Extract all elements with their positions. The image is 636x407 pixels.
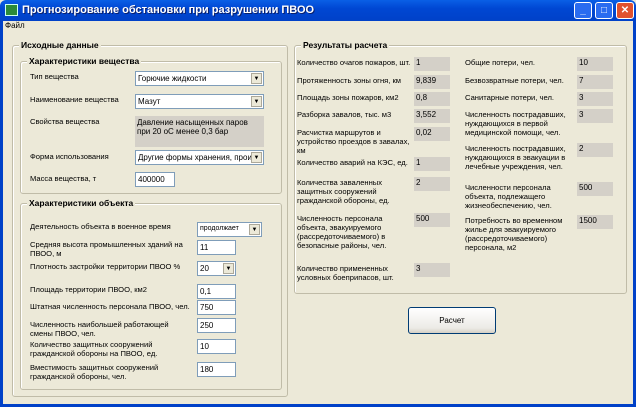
form-select[interactable]: Другие формы хранения, произ ▼ [135,150,264,165]
result-label: Безвозвратные потери, чел. [465,76,564,85]
menu-file[interactable]: Файл [5,21,25,30]
shelters-label: Количество защитных сооружений гражданск… [30,340,158,358]
density-select[interactable]: 20 ▼ [197,261,236,276]
result-label: Численности персонала объекта, подлежаще… [465,183,552,210]
shift-label: Численность наибольшей работающей смены … [30,320,169,338]
result-value: 3,552 [414,109,450,123]
result-label: Численность персонала объекта, эвакуируе… [297,214,387,250]
calculate-button[interactable]: Расчет [408,307,496,334]
form-label: Форма использования [30,152,109,161]
result-label: Расчистка маршрутов и устройство проездо… [297,128,410,155]
type-label: Тип вещества [30,72,79,81]
capacity-input[interactable]: 180 [197,362,236,377]
staff-input[interactable]: 750 [197,300,236,315]
result-label: Численность пострадавших, нуждающихся в … [465,144,566,171]
capacity-label: Вместимость защитных сооружений гражданс… [30,363,159,381]
result-value: 10 [577,57,613,71]
shift-input[interactable]: 250 [197,318,236,333]
type-value: Горючие жидкости [138,74,207,83]
result-value: 3 [577,92,613,106]
props-label: Свойства вещества [30,117,100,126]
result-label: Площадь зоны пожаров, км2 [297,93,399,102]
type-select[interactable]: Горючие жидкости ▼ [135,71,264,86]
app-icon [5,4,18,16]
input-group-title: Исходные данные [19,40,101,50]
activity-label: Деятельность объекта в военное время [30,222,171,231]
chevron-down-icon[interactable]: ▼ [251,152,262,163]
result-value: 500 [577,182,613,196]
chevron-down-icon[interactable]: ▼ [251,73,262,84]
object-group-title: Характеристики объекта [27,198,136,208]
result-value: 1 [414,157,450,171]
result-label: Разборка завалов, тыс. м3 [297,110,392,119]
maximize-button[interactable]: □ [595,2,613,19]
result-label: Протяженность зоны огня, км [297,76,402,85]
form-value: Другие формы хранения, произ [138,153,256,162]
result-label: Количество аварий на КЭС, ед. [297,158,408,167]
result-value: 1500 [577,215,613,229]
name-label: Наименование вещества [30,95,119,104]
result-label: Количество примененных условных боеприпа… [297,264,394,282]
name-select[interactable]: Мазут ▼ [135,94,264,109]
chevron-down-icon[interactable]: ▼ [249,224,260,235]
minimize-button[interactable]: _ [574,2,592,19]
result-label: Потребность во временном жилье для эваку… [465,216,563,252]
result-label: Количество очагов пожаров, шт. [297,58,411,67]
result-value: 2 [414,177,450,191]
activity-select[interactable]: продолжает ▼ [197,222,262,237]
result-value: 9,839 [414,75,450,89]
result-value: 2 [577,143,613,157]
mass-input[interactable]: 400000 [135,172,175,187]
result-label: Санитарные потери, чел. [465,93,554,102]
result-label: Численность пострадавших, нуждающихся в … [465,110,566,137]
density-label: Плотность застройки территории ПВОО % [30,262,181,271]
chevron-down-icon[interactable]: ▼ [223,263,234,274]
close-button[interactable]: ✕ [616,2,634,19]
area-input[interactable]: 0,1 [197,284,236,299]
result-value: 1 [414,57,450,71]
results-group-title: Результаты расчета [301,40,390,50]
props-value: Давление насыщенных паров при 20 оС мене… [135,116,264,147]
shelters-input[interactable]: 10 [197,339,236,354]
chevron-down-icon[interactable]: ▼ [251,96,262,107]
activity-value: продолжает [200,225,239,232]
height-input[interactable]: 11 [197,240,236,255]
result-value: 0,02 [414,127,450,141]
window-title: Прогнозирование обстановки при разрушени… [22,4,315,16]
result-value: 3 [577,109,613,123]
result-value: 3 [414,263,450,277]
staff-label: Штатная численность персонала ПВОО, чел. [30,302,190,311]
height-label: Средняя высота промышленных зданий на ПВ… [30,240,183,258]
mass-label: Масса вещества, т [30,174,97,183]
result-label: Общие потери, чел. [465,58,536,67]
result-value: 7 [577,75,613,89]
result-value: 0,8 [414,92,450,106]
density-value: 20 [200,264,209,273]
result-label: Количества заваленных защитных сооружени… [297,178,390,205]
title-bar[interactable]: Прогнозирование обстановки при разрушени… [0,0,636,21]
substance-group-title: Характеристики вещества [27,56,142,66]
name-value: Мазут [138,97,161,106]
area-label: Площадь территории ПВОО, км2 [30,285,147,294]
result-value: 500 [414,213,450,227]
